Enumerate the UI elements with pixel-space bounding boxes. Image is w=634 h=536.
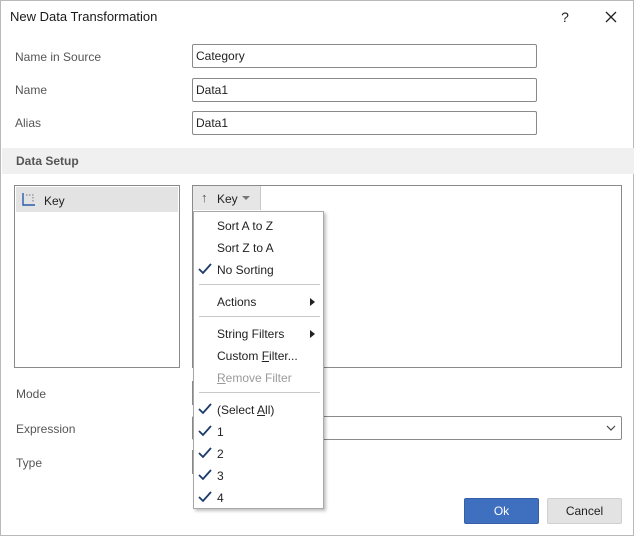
menu-item-actions[interactable]: Actions — [194, 290, 323, 312]
menu-item-value[interactable]: 2 — [194, 442, 323, 464]
chevron-down-icon — [606, 425, 616, 431]
help-icon: ? — [561, 8, 569, 25]
window-title: New Data Transformation — [10, 9, 158, 24]
alias-label: Alias — [15, 116, 42, 130]
type-label: Type — [16, 456, 43, 470]
menu-item-sort-desc[interactable]: Sort Z to A — [194, 236, 323, 258]
column-context-menu: Sort A to Z Sort Z to A No Sorting Actio… — [193, 211, 324, 509]
sort-ascending-icon: ↑ — [201, 190, 208, 205]
check-icon — [198, 491, 212, 503]
check-icon — [198, 469, 212, 481]
dimension-icon — [22, 193, 35, 206]
close-icon — [605, 11, 617, 22]
menu-item-label: (Select All) — [217, 403, 275, 417]
help-button[interactable]: ? — [543, 1, 587, 32]
menu-item-string-filters[interactable]: String Filters — [194, 322, 323, 344]
title-bar: New Data Transformation ? — [1, 1, 633, 32]
submenu-arrow-icon — [310, 330, 315, 338]
column-header-label: Key — [217, 192, 238, 206]
menu-item-custom-filter[interactable]: Custom Filter... — [194, 344, 323, 366]
name-in-source-label: Name in Source — [15, 50, 102, 64]
ok-button[interactable]: Ok — [464, 498, 539, 524]
menu-item-label: 2 — [217, 447, 224, 461]
menu-item-sort-asc[interactable]: Sort A to Z — [194, 214, 323, 236]
name-input[interactable]: Data1 — [192, 78, 537, 102]
chevron-down-icon[interactable] — [242, 196, 250, 200]
data-list[interactable]: Key — [14, 185, 180, 368]
key-column-header[interactable]: ↑ Key — [193, 186, 261, 210]
dialog-window: New Data Transformation ? Name in Source… — [0, 0, 634, 536]
check-icon — [198, 425, 212, 437]
expression-label: Expression — [16, 422, 76, 436]
menu-item-label: Custom Filter... — [217, 349, 298, 363]
close-button[interactable] — [589, 1, 633, 32]
menu-item-label: Sort A to Z — [217, 219, 274, 233]
list-item-key[interactable]: Key — [16, 187, 178, 212]
menu-separator — [199, 316, 320, 317]
check-icon — [198, 447, 212, 459]
menu-item-value[interactable]: 3 — [194, 464, 323, 486]
data-setup-header: Data Setup — [2, 148, 634, 174]
menu-item-no-sorting[interactable]: No Sorting — [194, 258, 323, 280]
menu-item-label: 1 — [217, 425, 224, 439]
menu-item-label: Sort Z to A — [217, 241, 274, 255]
list-item-label: Key — [44, 194, 65, 208]
menu-item-label: Actions — [217, 295, 257, 309]
menu-item-label: Remove Filter — [217, 371, 292, 385]
check-icon — [198, 263, 212, 275]
submenu-arrow-icon — [310, 298, 315, 306]
menu-separator — [199, 284, 320, 285]
menu-item-label: 3 — [217, 469, 224, 483]
name-in-source-input[interactable]: Category — [192, 44, 537, 68]
name-label: Name — [15, 83, 48, 97]
menu-item-label: No Sorting — [217, 263, 274, 277]
section-title: Data Setup — [16, 154, 79, 168]
alias-input[interactable]: Data1 — [192, 111, 537, 135]
menu-item-label: 4 — [217, 491, 224, 505]
menu-item-remove-filter: Remove Filter — [194, 366, 323, 388]
menu-item-select-all[interactable]: (Select All) — [194, 398, 323, 420]
mode-label: Mode — [16, 387, 47, 401]
check-icon — [198, 403, 212, 415]
menu-item-value[interactable]: 1 — [194, 420, 323, 442]
cancel-button[interactable]: Cancel — [547, 498, 622, 524]
menu-separator — [199, 392, 320, 393]
menu-item-label: String Filters — [217, 327, 285, 341]
menu-item-value[interactable]: 4 — [194, 486, 323, 508]
